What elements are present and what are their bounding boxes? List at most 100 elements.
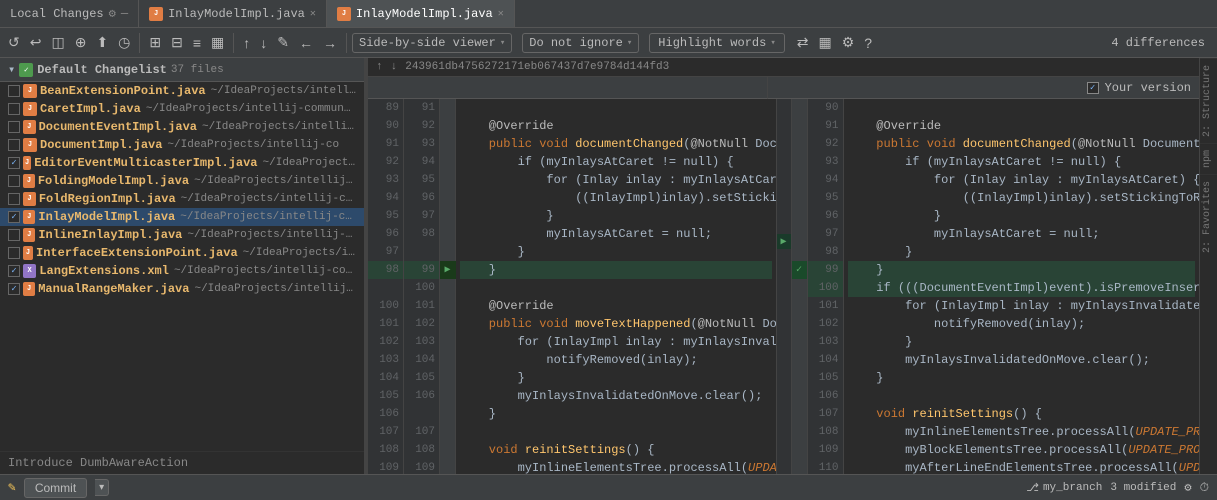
checkbox-2[interactable] [8, 121, 20, 133]
rln: 106 [404, 387, 439, 405]
next-change-btn[interactable]: → [319, 33, 341, 53]
diff-settings-c-btn[interactable]: ⚙ [838, 32, 859, 53]
rg-20 [792, 459, 808, 474]
rollback-btn[interactable]: ↺ [4, 32, 24, 53]
list-item[interactable]: J DocumentImpl.java ~/IdeaProjects/intel… [0, 136, 364, 154]
rg-19 [792, 441, 808, 459]
diff-container: ↑ ↓ 243961db4756272171eb067437d7e9784d14… [368, 58, 1199, 474]
tab-file-2-close[interactable]: ✕ [498, 8, 504, 20]
list-item[interactable]: ✓ X LangExtensions.xml ~/IdeaProjects/in… [0, 262, 364, 280]
gutter-16 [440, 387, 456, 405]
filter-btn[interactable]: ≡ [189, 33, 205, 53]
list-item[interactable]: ✓ J InlayModelImpl.java ~/IdeaProjects/i… [0, 208, 364, 226]
mg-mark[interactable]: ▶ [777, 234, 791, 249]
checkbox-8[interactable] [8, 229, 20, 241]
file-name-8: InlineInlayImpl.java [38, 228, 182, 242]
gutter-17 [440, 405, 456, 423]
history-btn[interactable]: ◷ [114, 32, 134, 53]
checkbox-9[interactable] [8, 247, 20, 259]
your-version-checkbox[interactable]: ✓ [1087, 82, 1099, 94]
left-diff-content: 89 90 91 92 93 94 95 96 97 98 100 [368, 99, 776, 474]
gutter-9[interactable]: ▶ [440, 261, 456, 279]
tab-local-changes[interactable]: Local Changes ⚙ ─ [0, 0, 139, 27]
ln: 104 [368, 369, 403, 387]
apply-diff-btn[interactable]: ✎ [273, 32, 293, 53]
collapse-all-btn[interactable]: ⊟ [167, 32, 187, 53]
code-line: } [460, 261, 772, 279]
gutter-4 [440, 171, 456, 189]
list-item[interactable]: J DocumentEventImpl.java ~/IdeaProjects/… [0, 118, 364, 136]
diff-settings-a-btn[interactable]: ⇄ [793, 32, 813, 53]
rln-14: 104 [808, 351, 843, 369]
checkbox-1[interactable] [8, 103, 20, 115]
list-item[interactable]: J FoldRegionImpl.java ~/IdeaProjects/int… [0, 190, 364, 208]
ln: 91 [368, 135, 403, 153]
code-line: } [460, 405, 772, 423]
java-file-icon-4: J [23, 156, 31, 170]
rln: 103 [404, 333, 439, 351]
status-clock-icon[interactable]: ⏱ [1200, 481, 1209, 495]
tab-minimize-icon[interactable]: ─ [121, 7, 128, 21]
tab-settings-icon[interactable]: ⚙ [109, 6, 116, 21]
commit-dropdown-arrow[interactable]: ▾ [95, 479, 109, 496]
right-diff-content: ✓ [792, 99, 1200, 474]
code-line: ((InlayImpl)inlay).setStickingToRight(in [460, 189, 772, 207]
checkbox-7[interactable]: ✓ [8, 211, 20, 223]
list-item[interactable]: ✓ J ManualRangeMaker.java ~/IdeaProjects… [0, 280, 364, 298]
rg-9[interactable]: ✓ [792, 261, 808, 279]
mg [777, 279, 791, 294]
list-item[interactable]: ✓ J EditorEventMulticasterImpl.java ~/Id… [0, 154, 364, 172]
list-item[interactable]: J BeanExtensionPoint.java ~/IdeaProjects… [0, 82, 364, 100]
status-gear-icon[interactable]: ⚙ [1184, 480, 1191, 495]
checkbox-5[interactable] [8, 175, 20, 187]
rln: 100 [404, 279, 439, 297]
gutter-13 [440, 333, 456, 351]
diff-settings-b-btn[interactable]: ▦ [814, 32, 835, 53]
rln: 94 [404, 153, 439, 171]
checkbox-10[interactable]: ✓ [8, 265, 20, 277]
file-count: 37 files [171, 64, 224, 76]
commit-button[interactable]: Commit [24, 478, 87, 498]
undo-btn[interactable]: ↩ [26, 32, 46, 53]
diff-headers: ✓ Your version [368, 77, 1199, 99]
checkbox-3[interactable] [8, 139, 20, 151]
ignore-mode-dropdown[interactable]: Do not ignore ▾ [522, 33, 639, 53]
list-item[interactable]: J FoldingModelImpl.java ~/IdeaProjects/i… [0, 172, 364, 190]
list-item[interactable]: J InterfaceExtensionPoint.java ~/IdeaPro… [0, 244, 364, 262]
side-label-structure[interactable]: 2: Structure [1200, 58, 1217, 143]
prev-diff-btn[interactable]: ↑ [239, 33, 254, 53]
tab-file-1-close[interactable]: ✕ [310, 8, 316, 20]
tab-file-2[interactable]: J InlayModelImpl.java ✕ [327, 0, 515, 27]
highlight-words-dropdown[interactable]: Highlight words ▾ [649, 33, 784, 53]
diff-btn[interactable]: ◫ [47, 32, 68, 53]
nav-left-icon[interactable]: ↑ [376, 61, 383, 73]
revert-diff-btn[interactable]: ← [295, 33, 317, 53]
viewer-mode-dropdown[interactable]: Side-by-side viewer ▾ [352, 33, 512, 53]
checkbox-11[interactable]: ✓ [8, 283, 20, 295]
view-btn[interactable]: ▦ [207, 32, 228, 53]
right-code-line: } [848, 369, 1196, 387]
checkbox-0[interactable] [8, 85, 20, 97]
help-btn[interactable]: ? [860, 33, 876, 53]
mg [777, 249, 791, 264]
rg-2 [792, 135, 808, 153]
nav-right-icon[interactable]: ↓ [391, 61, 398, 73]
list-item[interactable]: J InlineInlayImpl.java ~/IdeaProjects/in… [0, 226, 364, 244]
side-label-favorites[interactable]: 2: Favorites [1200, 174, 1217, 259]
file-path-0: ~/IdeaProjects/intellij-commu [211, 85, 356, 97]
checkbox-6[interactable] [8, 193, 20, 205]
rg-16 [792, 387, 808, 405]
update-btn[interactable]: ⬆ [92, 32, 112, 53]
tab-file-1[interactable]: J InlayModelImpl.java ✕ [139, 0, 327, 27]
side-label-npm[interactable]: npm [1200, 143, 1217, 174]
commit-action-btn[interactable]: ⊕ [71, 32, 91, 53]
next-diff-btn[interactable]: ↓ [256, 33, 271, 53]
file-path-3: ~/IdeaProjects/intellij-co [167, 139, 339, 151]
java-file-icon-0: J [23, 84, 37, 98]
list-item[interactable]: J CaretImpl.java ~/IdeaProjects/intellij… [0, 100, 364, 118]
checkbox-4[interactable]: ✓ [8, 157, 20, 169]
expand-all-btn[interactable]: ⊞ [145, 32, 165, 53]
highlight-words-arrow: ▾ [770, 38, 775, 48]
sep3 [346, 33, 347, 53]
local-changes-tab-label: Local Changes [10, 7, 104, 21]
